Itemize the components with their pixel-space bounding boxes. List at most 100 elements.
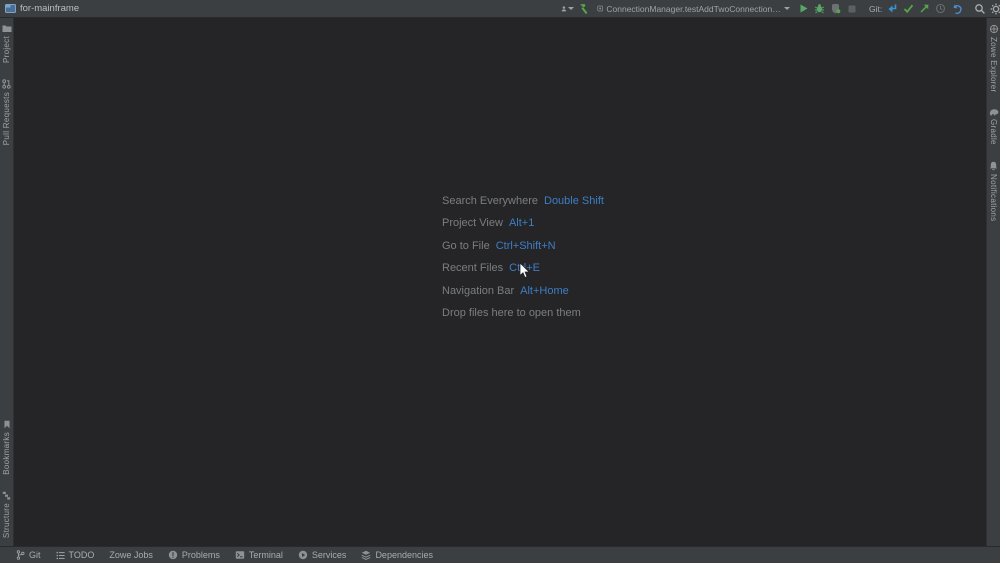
stripe-label: Structure [2, 503, 11, 538]
user-profile-button[interactable] [561, 1, 574, 16]
chevron-down-icon [568, 7, 574, 10]
main-toolbar: for-mainframe Co [0, 0, 1000, 18]
build-button[interactable] [577, 1, 590, 16]
sidebar-item-gradle[interactable]: Gradle [989, 108, 999, 145]
todo-list-icon [56, 551, 65, 560]
hint-shortcut: Double Shift [544, 195, 604, 207]
tool-window-label: Dependencies [375, 550, 433, 560]
hint-label: Navigation Bar [442, 285, 514, 297]
coverage-button[interactable] [829, 1, 842, 16]
push-arrow-icon [919, 3, 930, 14]
stripe-label: Project [2, 36, 11, 63]
sidebar-item-notifications[interactable]: Notifications [989, 161, 998, 221]
stop-icon [847, 4, 857, 14]
editor-empty-area[interactable]: Search Everywhere Double Shift Project Vi… [15, 19, 985, 546]
hammer-icon [578, 3, 590, 15]
search-icon [974, 3, 986, 15]
tool-window-terminal[interactable]: Terminal [235, 550, 283, 560]
commit-check-icon [903, 3, 914, 14]
bookmark-icon [3, 420, 11, 429]
problems-icon [168, 550, 178, 560]
zowe-explorer-icon [989, 24, 999, 34]
tool-window-git[interactable]: Git [16, 550, 41, 560]
folder-icon [2, 24, 12, 33]
project-name: for-mainframe [20, 3, 79, 14]
history-button [934, 1, 947, 16]
debug-button[interactable] [813, 1, 826, 16]
run-button[interactable] [797, 1, 810, 16]
stripe-label: Gradle [989, 119, 998, 145]
hint-shortcut: Ctrl+E [509, 262, 540, 274]
hint-shortcut: Alt+1 [509, 217, 534, 229]
hint-label: Search Everywhere [442, 195, 538, 207]
hint-search-everywhere: Search Everywhere Double Shift [442, 195, 604, 208]
git-push-button[interactable] [918, 1, 931, 16]
gradle-elephant-icon [989, 108, 999, 116]
hint-label: Project View [442, 217, 503, 229]
tool-window-label: Git [29, 550, 41, 560]
chevron-down-icon [784, 7, 790, 10]
tool-window-dependencies[interactable]: Dependencies [361, 550, 433, 560]
right-stripe-group: Zowe Explorer Gradle Notifications [987, 24, 1000, 222]
hint-go-to-file: Go to File Ctrl+Shift+N [442, 240, 604, 253]
update-project-icon [887, 3, 898, 14]
tool-window-label: Services [312, 550, 347, 560]
sidebar-item-project[interactable]: Project [2, 24, 12, 63]
left-tool-stripe: Project Pull Requests Bookmarks [0, 18, 14, 546]
drop-files-hint: Drop files here to open them [442, 307, 604, 319]
tool-window-label: Zowe Jobs [109, 550, 153, 560]
left-stripe-bottom-group: Bookmarks Structure [0, 420, 13, 538]
stripe-label: Zowe Explorer [989, 37, 998, 92]
run-config-name: ConnectionManager.testAddTwoConnectionsW… [606, 4, 781, 14]
run-config-icon [597, 4, 603, 13]
hint-shortcut: Alt+Home [520, 285, 569, 297]
undo-arrow-icon [951, 3, 963, 15]
hint-label: Go to File [442, 240, 490, 252]
clock-icon [935, 3, 946, 14]
coverage-shield-icon [830, 3, 841, 14]
right-tool-stripe: Zowe Explorer Gradle Notifications [986, 18, 1000, 546]
sidebar-item-bookmarks[interactable]: Bookmarks [2, 420, 11, 475]
tool-window-services[interactable]: Services [298, 550, 347, 560]
tool-window-zowe-jobs[interactable]: Zowe Jobs [109, 550, 153, 560]
stop-button [845, 1, 858, 16]
rollback-button[interactable] [950, 1, 963, 16]
pull-request-icon [2, 79, 11, 89]
project-window-icon [5, 3, 16, 14]
tool-window-label: Problems [182, 550, 220, 560]
services-icon [298, 550, 308, 560]
user-icon [561, 3, 568, 15]
git-label: Git: [868, 4, 883, 14]
run-configuration-select[interactable]: ConnectionManager.testAddTwoConnectionsW… [593, 1, 794, 16]
stripe-label: Notifications [989, 174, 998, 221]
hint-project-view: Project View Alt+1 [442, 217, 604, 230]
dependencies-icon [361, 550, 371, 560]
terminal-icon [235, 550, 245, 560]
stripe-label: Pull Requests [2, 92, 11, 145]
keyboard-shortcut-hints: Search Everywhere Double Shift Project Vi… [442, 195, 604, 319]
git-commit-button[interactable] [902, 1, 915, 16]
git-update-button[interactable] [886, 1, 899, 16]
bottom-tool-window-bar: Git TODO Zowe Jobs Problems [0, 546, 1000, 563]
debug-bug-icon [814, 3, 825, 14]
project-widget[interactable]: for-mainframe [0, 3, 79, 14]
hint-label: Recent Files [442, 262, 503, 274]
hint-shortcut: Ctrl+Shift+N [496, 240, 556, 252]
tool-window-label: TODO [69, 550, 95, 560]
sidebar-item-pull-requests[interactable]: Pull Requests [2, 79, 11, 145]
tool-window-todo[interactable]: TODO [56, 550, 95, 560]
toolbar-actions: ConnectionManager.testAddTwoConnectionsW… [561, 0, 997, 17]
settings-button[interactable] [989, 1, 1000, 16]
run-icon [798, 3, 809, 14]
sidebar-item-structure[interactable]: Structure [2, 491, 11, 538]
hint-navigation-bar: Navigation Bar Alt+Home [442, 285, 604, 298]
sidebar-item-zowe-explorer[interactable]: Zowe Explorer [989, 24, 999, 92]
git-branch-icon [16, 550, 25, 560]
bell-icon [989, 161, 998, 171]
tool-window-label: Terminal [249, 550, 283, 560]
structure-icon [2, 491, 11, 500]
tool-window-problems[interactable]: Problems [168, 550, 220, 560]
ide-window: for-mainframe Co [0, 0, 1000, 563]
left-stripe-top-group: Project Pull Requests [0, 24, 13, 145]
search-everywhere-button[interactable] [973, 1, 986, 16]
